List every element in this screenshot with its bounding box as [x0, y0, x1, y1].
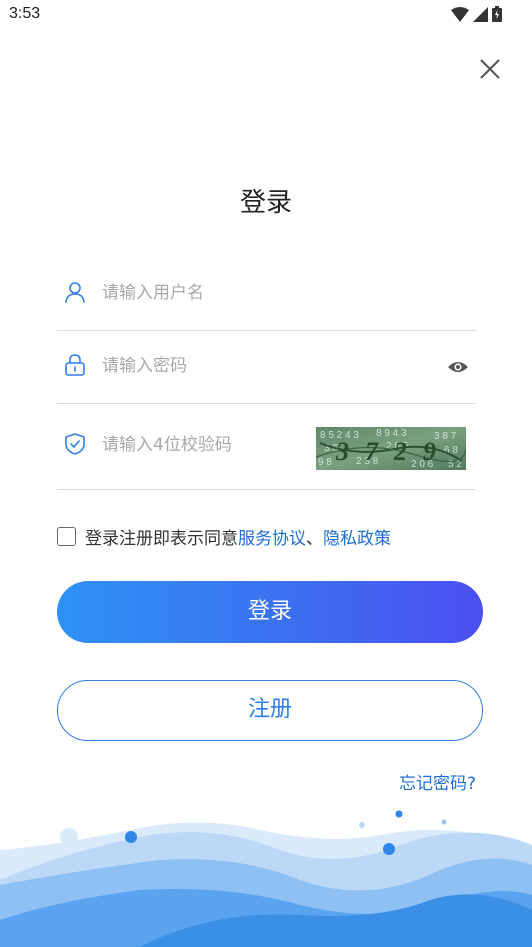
- bubble: [395, 810, 403, 818]
- lock-icon: [65, 354, 85, 376]
- register-button[interactable]: 注册: [57, 680, 483, 741]
- captcha-text: 3729: [335, 437, 452, 466]
- agreement-row: 登录注册即表示同意服务协议、隐私政策: [57, 523, 391, 549]
- decorative-waves: [0, 810, 532, 947]
- username-input[interactable]: [102, 279, 322, 307]
- eye-icon[interactable]: [446, 355, 470, 379]
- battery-icon: [492, 6, 502, 22]
- captcha-text-group: 3729: [335, 437, 452, 466]
- username-field: [57, 266, 476, 331]
- agreement-text: 登录注册即表示同意服务协议、隐私政策: [85, 524, 391, 549]
- bubble: [441, 819, 447, 825]
- close-icon[interactable]: [476, 55, 504, 83]
- bubble: [383, 843, 395, 855]
- bubble: [60, 828, 78, 846]
- page-title: 登录: [239, 188, 292, 218]
- captcha-image[interactable]: 8 5 2 4 38 9 4 33 8 7 3 52 8 56 8 9 82 3…: [316, 427, 466, 470]
- shield-icon: [65, 433, 85, 455]
- captcha-field: 8 5 2 4 38 9 4 33 8 7 3 52 8 56 8 9 82 3…: [57, 404, 476, 490]
- user-icon: [65, 282, 85, 303]
- bubble: [125, 831, 137, 843]
- captcha-input[interactable]: [102, 431, 302, 459]
- status-time: 3:53: [9, 5, 41, 22]
- privacy-policy-link[interactable]: 隐私政策: [323, 529, 391, 549]
- agreement-prefix: 登录注册即表示同意: [85, 528, 238, 549]
- wifi-icon: [451, 6, 469, 22]
- agreement-checkbox[interactable]: [57, 526, 76, 546]
- svg-text:9 8: 9 8: [318, 457, 332, 468]
- service-agreement-link[interactable]: 服务协议: [238, 529, 306, 549]
- status-icons: [451, 6, 502, 22]
- signal-icon: [473, 6, 488, 22]
- password-input[interactable]: [102, 352, 322, 380]
- agreement-separator: 、: [306, 528, 323, 549]
- bubble: [359, 822, 365, 828]
- login-button[interactable]: 登录: [57, 581, 483, 643]
- status-bar: 3:53: [0, 0, 532, 30]
- password-field: [57, 331, 476, 404]
